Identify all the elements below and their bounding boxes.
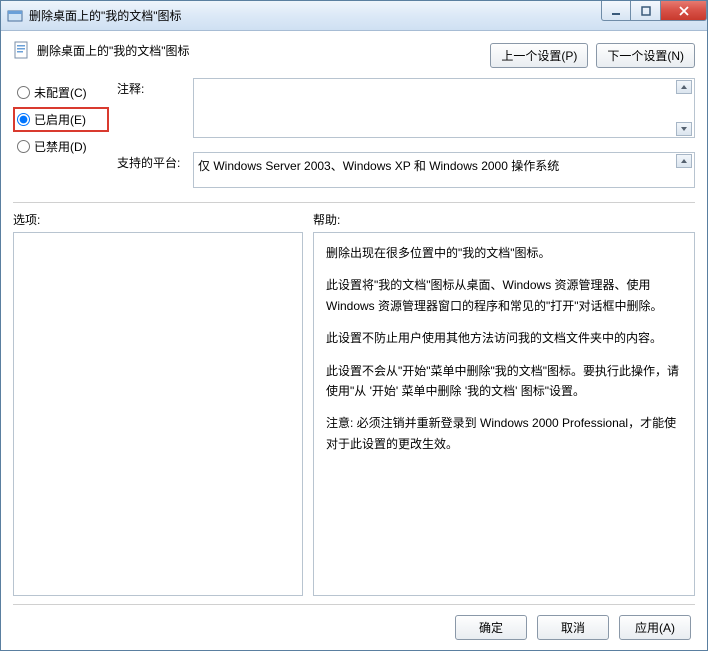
platform-text: 仅 Windows Server 2003、Windows XP 和 Windo…: [193, 152, 695, 188]
window-controls: [601, 1, 707, 21]
window-title: 删除桌面上的"我的文档"图标: [29, 7, 182, 24]
ok-button[interactable]: 确定: [455, 615, 527, 640]
lower-panels: 删除出现在很多位置中的"我的文档"图标。 此设置将"我的文档"图标从桌面、Win…: [13, 232, 695, 596]
dialog-window: 删除桌面上的"我的文档"图标 删除桌面上的"我的文档"图标 上一个设置(P): [0, 0, 708, 651]
radio-not-configured-input[interactable]: [17, 86, 30, 99]
next-setting-button[interactable]: 下一个设置(N): [596, 43, 695, 68]
comment-textarea[interactable]: [193, 78, 695, 138]
help-p5: 注意: 必须注销并重新登录到 Windows 2000 Professional…: [326, 413, 682, 454]
comment-scroll-down[interactable]: [676, 122, 692, 136]
options-label: 选项:: [13, 211, 313, 228]
state-radio-group: 未配置(C) 已启用(E) 已禁用(D): [13, 78, 109, 188]
radio-disabled-input[interactable]: [17, 140, 30, 153]
nav-buttons: 上一个设置(P) 下一个设置(N): [490, 43, 695, 68]
radio-enabled-label: 已启用(E): [34, 111, 86, 128]
radio-disabled[interactable]: 已禁用(D): [13, 134, 109, 159]
fields-column: 注释: 支持的平台: 仅 Windows Server 2003、Windows…: [117, 78, 695, 188]
options-panel[interactable]: [13, 232, 303, 596]
help-p4: 此设置不会从"开始"菜单中删除"我的文档"图标。要执行此操作，请使用"从 '开始…: [326, 361, 682, 402]
close-button[interactable]: [661, 1, 707, 21]
minimize-button[interactable]: [601, 1, 631, 21]
previous-setting-button[interactable]: 上一个设置(P): [490, 43, 588, 68]
radio-not-configured-label: 未配置(C): [34, 84, 87, 101]
page-title: 删除桌面上的"我的文档"图标: [37, 42, 190, 59]
policy-icon: [13, 41, 31, 59]
apply-button[interactable]: 应用(A): [619, 615, 691, 640]
platform-row: 支持的平台: 仅 Windows Server 2003、Windows XP …: [117, 152, 695, 188]
maximize-button[interactable]: [631, 1, 661, 21]
radio-not-configured[interactable]: 未配置(C): [13, 80, 109, 105]
header-left: 删除桌面上的"我的文档"图标: [13, 41, 190, 59]
content-area: 删除桌面上的"我的文档"图标 上一个设置(P) 下一个设置(N) 未配置(C) …: [1, 31, 707, 650]
cancel-button[interactable]: 取消: [537, 615, 609, 640]
titlebar[interactable]: 删除桌面上的"我的文档"图标: [1, 1, 707, 31]
help-label: 帮助:: [313, 211, 340, 228]
platform-label: 支持的平台:: [117, 152, 189, 171]
radio-enabled[interactable]: 已启用(E): [13, 107, 109, 132]
footer-buttons: 确定 取消 应用(A): [13, 604, 695, 640]
comment-row: 注释:: [117, 78, 695, 138]
help-p2: 此设置将"我的文档"图标从桌面、Windows 资源管理器、使用 Windows…: [326, 275, 682, 316]
app-icon: [7, 8, 23, 24]
comment-label: 注释:: [117, 78, 189, 97]
help-p1: 删除出现在很多位置中的"我的文档"图标。: [326, 243, 682, 263]
radio-disabled-label: 已禁用(D): [34, 138, 87, 155]
radio-enabled-input[interactable]: [17, 113, 30, 126]
lower-labels: 选项: 帮助:: [13, 211, 695, 228]
help-panel[interactable]: 删除出现在很多位置中的"我的文档"图标。 此设置将"我的文档"图标从桌面、Win…: [313, 232, 695, 596]
comment-scroll-up[interactable]: [676, 80, 692, 94]
platform-scroll-up[interactable]: [676, 154, 692, 168]
help-p3: 此设置不防止用户使用其他方法访问我的文档文件夹中的内容。: [326, 328, 682, 348]
header-row: 删除桌面上的"我的文档"图标 上一个设置(P) 下一个设置(N): [13, 41, 695, 68]
main-area: 未配置(C) 已启用(E) 已禁用(D) 注释:: [13, 78, 695, 203]
